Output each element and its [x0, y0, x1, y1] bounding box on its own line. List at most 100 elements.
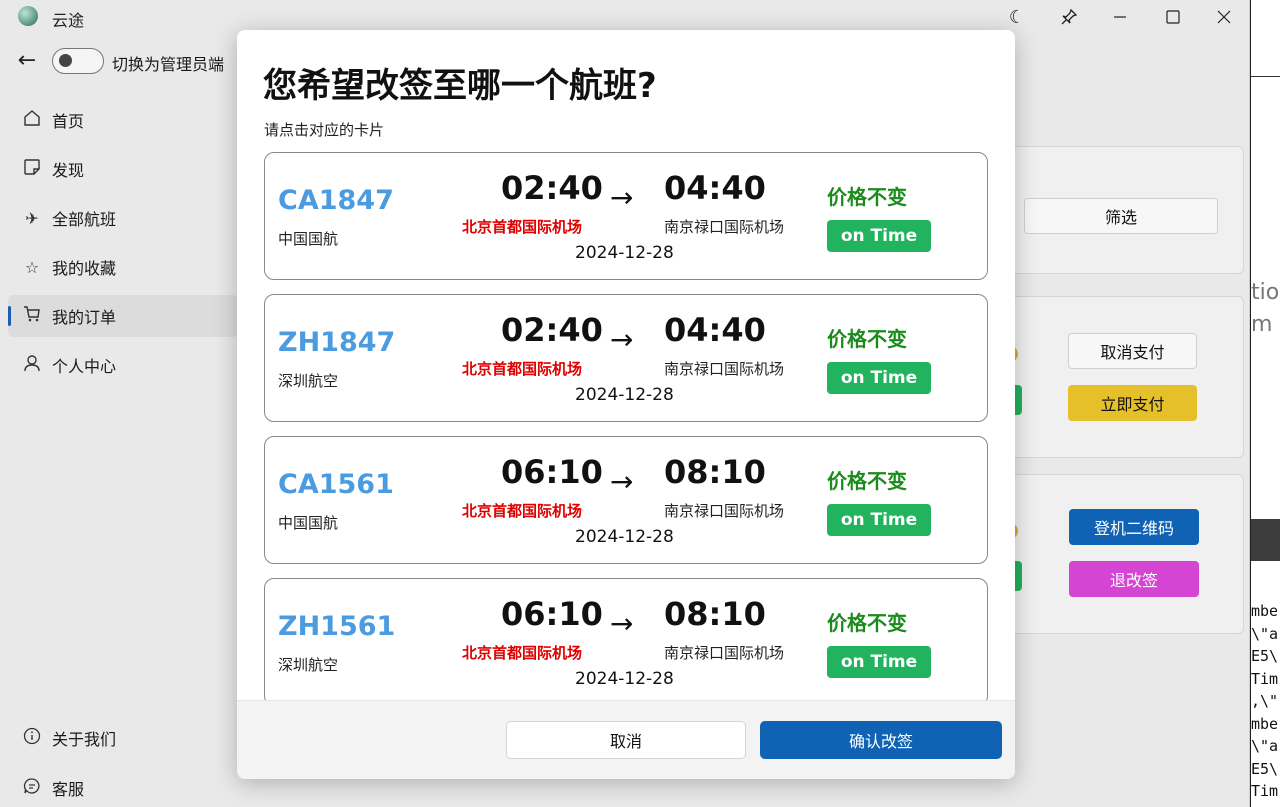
- nav-label: 我的订单: [52, 308, 117, 327]
- note-icon: [20, 158, 44, 180]
- arrival-airport: 南京禄口国际机场: [664, 218, 785, 236]
- minimize-button[interactable]: [1098, 2, 1142, 32]
- order-card: [990, 296, 1244, 458]
- flight-number: CA1847: [278, 185, 394, 216]
- price-note: 价格不变: [827, 327, 907, 351]
- arrow-right-icon: →: [610, 181, 634, 214]
- boarding-qr-button[interactable]: 登机二维码: [1069, 509, 1199, 545]
- pin-icon[interactable]: [1047, 2, 1091, 32]
- dialog-title: 您希望改签至哪一个航班?: [263, 66, 657, 106]
- flight-date: 2024-12-28: [575, 385, 674, 405]
- flight-number: ZH1561: [278, 611, 396, 642]
- app-logo-icon: [18, 6, 38, 26]
- flight-date: 2024-12-28: [575, 527, 674, 547]
- refund-change-button[interactable]: 退改签: [1069, 561, 1199, 597]
- nav-label: 我的收藏: [52, 259, 117, 278]
- status-badge: on Time: [827, 220, 931, 252]
- arrival-time: 04:40: [664, 169, 766, 207]
- departure-airport: 北京首都国际机场: [462, 502, 583, 520]
- nav-item-discover[interactable]: 发现: [8, 148, 238, 190]
- back-arrow-icon[interactable]: ←: [14, 48, 40, 74]
- airline: 中国国航: [278, 514, 339, 532]
- arrival-airport: 南京禄口国际机场: [664, 502, 785, 520]
- cancel-button[interactable]: 取消: [506, 721, 746, 759]
- status-badge: on Time: [827, 646, 931, 678]
- terminal-output: mbe \"a E5\ Tim ,\" mbe \"a E5\ Tim: [1251, 602, 1279, 800]
- terminal-text: m: [1251, 312, 1273, 337]
- status-badge: on Time: [827, 504, 931, 536]
- nav-item-home[interactable]: 首页: [8, 99, 238, 141]
- departure-time: 02:40: [501, 311, 603, 349]
- airplane-icon: ✈: [25, 208, 39, 228]
- price-note: 价格不变: [827, 469, 907, 493]
- arrival-time: 04:40: [664, 311, 766, 349]
- theme-moon-icon[interactable]: ☾: [995, 2, 1039, 32]
- price-note: 价格不变: [827, 185, 907, 209]
- background-terminal: tio m mbe \"a E5\ Tim ,\" mbe \"a E5\ Tim: [1251, 0, 1280, 807]
- nav-label: 首页: [52, 112, 85, 131]
- arrival-airport: 南京禄口国际机场: [664, 644, 785, 662]
- flight-number: CA1561: [278, 469, 394, 500]
- nav-label: 客服: [52, 780, 85, 799]
- flight-number: ZH1847: [278, 327, 396, 358]
- price-note: 价格不变: [827, 611, 907, 635]
- nav-item-my-orders[interactable]: 我的订单: [8, 295, 238, 337]
- title-bar: 云途 ☾: [0, 0, 1250, 34]
- terminal-block: [1251, 519, 1280, 561]
- cancel-payment-button[interactable]: 取消支付: [1068, 333, 1197, 369]
- arrival-airport: 南京禄口国际机场: [664, 360, 785, 378]
- app-title: 云途: [52, 11, 85, 30]
- arrival-time: 08:10: [664, 595, 766, 633]
- toggle-label: 切换为管理员端: [112, 55, 225, 74]
- star-icon: ☆: [24, 257, 40, 277]
- confirm-change-button[interactable]: 确认改签: [760, 721, 1002, 759]
- nav-label: 个人中心: [52, 357, 117, 376]
- admin-mode-toggle[interactable]: [52, 48, 104, 74]
- airline: 深圳航空: [278, 372, 339, 390]
- person-icon: [20, 354, 44, 376]
- departure-airport: 北京首都国际机场: [462, 360, 583, 378]
- cart-icon: [20, 305, 44, 327]
- arrow-right-icon: →: [610, 607, 634, 640]
- chat-icon: [20, 777, 44, 799]
- nav-label: 关于我们: [52, 730, 117, 749]
- dialog-subtitle: 请点击对应的卡片: [264, 121, 385, 139]
- terminal-text: tio: [1251, 280, 1280, 305]
- status-badge: on Time: [827, 362, 931, 394]
- departure-time: 06:10: [501, 453, 603, 491]
- nav-label: 发现: [52, 161, 85, 180]
- departure-airport: 北京首都国际机场: [462, 644, 583, 662]
- departure-time: 06:10: [501, 595, 603, 633]
- info-icon: [20, 727, 44, 749]
- flight-card[interactable]: CA1561 中国国航 06:10 → 08:10 北京首都国际机场 南京禄口国…: [264, 436, 988, 564]
- arrow-right-icon: →: [610, 465, 634, 498]
- flight-card[interactable]: ZH1561 深圳航空 06:10 → 08:10 北京首都国际机场 南京禄口国…: [264, 578, 988, 700]
- departure-time: 02:40: [501, 169, 603, 207]
- flight-date: 2024-12-28: [575, 669, 674, 689]
- change-flight-dialog: 您希望改签至哪一个航班? 请点击对应的卡片 CA1847 中国国航 02:40 …: [237, 30, 1015, 779]
- toggle-knob: [59, 54, 72, 67]
- nav-label: 全部航班: [52, 210, 117, 229]
- departure-airport: 北京首都国际机场: [462, 218, 583, 236]
- flight-card[interactable]: CA1847 中国国航 02:40 → 04:40 北京首都国际机场 南京禄口国…: [264, 152, 988, 280]
- maximize-button[interactable]: [1151, 2, 1195, 32]
- nav-item-all-flights[interactable]: ✈ 全部航班: [8, 197, 238, 239]
- arrival-time: 08:10: [664, 453, 766, 491]
- home-icon: [20, 109, 44, 131]
- pay-now-button[interactable]: 立即支付: [1068, 385, 1197, 421]
- flight-card[interactable]: ZH1847 深圳航空 02:40 → 04:40 北京首都国际机场 南京禄口国…: [264, 294, 988, 422]
- divider: [1251, 76, 1280, 77]
- airline: 深圳航空: [278, 656, 339, 674]
- filter-button[interactable]: 筛选: [1024, 198, 1218, 234]
- airline: 中国国航: [278, 230, 339, 248]
- dialog-footer: 取消 确认改签: [237, 700, 1015, 779]
- close-button[interactable]: [1202, 2, 1246, 32]
- nav-item-favorites[interactable]: ☆ 我的收藏: [8, 246, 238, 288]
- nav-item-support[interactable]: 客服: [8, 767, 238, 807]
- nav-item-profile[interactable]: 个人中心: [8, 344, 238, 386]
- arrow-right-icon: →: [610, 323, 634, 356]
- order-card: [990, 474, 1244, 634]
- flight-list[interactable]: CA1847 中国国航 02:40 → 04:40 北京首都国际机场 南京禄口国…: [237, 150, 1015, 700]
- nav-item-about[interactable]: 关于我们: [8, 717, 238, 759]
- flight-date: 2024-12-28: [575, 243, 674, 263]
